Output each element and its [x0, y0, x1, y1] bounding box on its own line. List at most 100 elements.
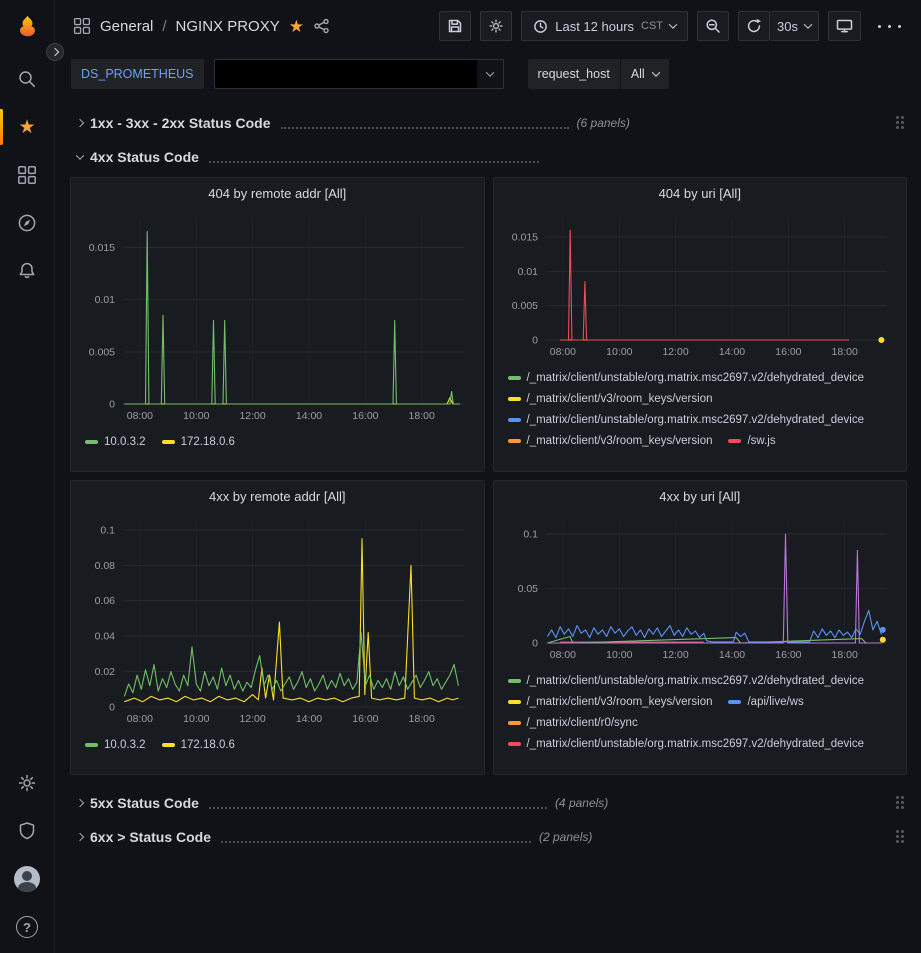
time-series-chart[interactable]: 00.020.040.060.080.108:0010:0012:0014:00…	[79, 511, 476, 729]
svg-text:12:00: 12:00	[662, 649, 688, 661]
legend-color-swatch	[162, 743, 175, 747]
row-6xx[interactable]: 6xx > Status Code (2 panels)	[70, 823, 907, 851]
panel-title[interactable]: 4xx by remote addr [All]	[79, 481, 476, 511]
dashboard-settings-button[interactable]	[480, 11, 512, 41]
zoom-out-button[interactable]	[697, 11, 729, 41]
variable-label-request-host[interactable]: request_host	[528, 59, 620, 89]
legend-item[interactable]: /_matrix/client/unstable/org.matrix.msc2…	[508, 372, 865, 384]
legend-color-swatch	[85, 743, 98, 747]
request-host-variable-select[interactable]: All	[621, 59, 669, 89]
sidebar-item-starred[interactable]: ★	[0, 103, 54, 151]
row-1xx-3xx-2xx[interactable]: 1xx - 3xx - 2xx Status Code (6 panels)	[70, 109, 907, 137]
panel-title[interactable]: 404 by uri [All]	[502, 178, 899, 208]
svg-text:10:00: 10:00	[183, 713, 209, 725]
legend-label: /_matrix/client/v3/room_keys/version	[527, 393, 713, 405]
row-collapse-icon	[76, 799, 84, 807]
panel-4xx-by-remote-addr-all-: 4xx by remote addr [All]00.020.040.060.0…	[70, 480, 485, 775]
legend-label: 10.0.3.2	[104, 436, 146, 448]
variable-label-ds-prometheus[interactable]: DS_PROMETHEUS	[71, 59, 204, 89]
svg-text:0.1: 0.1	[523, 529, 538, 541]
row-title[interactable]: 4xx Status Code	[90, 149, 199, 165]
legend-item[interactable]: /_matrix/client/unstable/org.matrix.msc2…	[508, 675, 865, 687]
legend-item[interactable]: /_matrix/client/r0/sync	[508, 717, 638, 729]
svg-text:0.01: 0.01	[517, 266, 538, 278]
panel-4xx-by-uri-all-: 4xx by uri [All]00.050.108:0010:0012:001…	[493, 480, 908, 775]
legend-color-swatch	[85, 440, 98, 444]
sidebar-item-explore[interactable]	[0, 199, 54, 247]
sidebar-item-settings[interactable]	[0, 759, 54, 807]
row-dotted-leader	[281, 118, 569, 129]
sidebar-item-profile[interactable]	[0, 855, 54, 903]
share-icon[interactable]	[313, 18, 330, 34]
row-5xx[interactable]: 5xx Status Code (4 panels)	[70, 789, 907, 817]
svg-text:10:00: 10:00	[606, 346, 632, 358]
row-dotted-leader	[221, 832, 531, 843]
refresh-icon	[746, 18, 762, 34]
legend-label: /api/live/ws	[747, 696, 803, 708]
legend-color-swatch	[508, 397, 521, 401]
svg-text:16:00: 16:00	[352, 410, 378, 422]
help-icon: ?	[16, 916, 38, 938]
svg-text:16:00: 16:00	[775, 346, 801, 358]
save-icon	[447, 18, 463, 34]
row-title[interactable]: 5xx Status Code	[90, 795, 199, 811]
dashboards-grid-icon	[73, 17, 91, 35]
row-expand-icon	[76, 151, 84, 159]
time-series-chart[interactable]: 00.050.108:0010:0012:0014:0016:0018:00	[502, 511, 899, 665]
grafana-flame-icon	[14, 14, 41, 41]
svg-text:0.015: 0.015	[511, 232, 537, 244]
svg-text:18:00: 18:00	[831, 346, 857, 358]
more-options-button[interactable]	[870, 11, 909, 41]
legend-item[interactable]: /_matrix/client/v3/room_keys/version	[508, 435, 713, 447]
row-dotted-leader	[209, 798, 547, 809]
sidebar-item-server-admin[interactable]	[0, 807, 54, 855]
panel-title[interactable]: 4xx by uri [All]	[502, 481, 899, 511]
sidebar-item-search[interactable]	[0, 55, 54, 103]
legend-item[interactable]: /_matrix/client/v3/room_keys/version	[508, 393, 713, 405]
legend-item[interactable]: 10.0.3.2	[85, 436, 146, 448]
panel-grid: 404 by remote addr [All]00.0050.010.0150…	[70, 177, 907, 775]
row-dotted-leader	[209, 152, 539, 163]
legend-item[interactable]: /_matrix/client/v3/room_keys/version	[508, 696, 713, 708]
grafana-logo[interactable]	[0, 0, 54, 55]
time-series-chart[interactable]: 00.0050.010.01508:0010:0012:0014:0016:00…	[502, 208, 899, 362]
refresh-interval-picker[interactable]: 30s	[770, 11, 819, 41]
shield-icon	[17, 821, 37, 841]
legend-item[interactable]: /_matrix/client/unstable/org.matrix.msc2…	[508, 414, 865, 426]
legend-item[interactable]: /_matrix/client/unstable/org.matrix.msc2…	[508, 738, 865, 750]
refresh-button[interactable]	[738, 11, 770, 41]
svg-text:18:00: 18:00	[831, 649, 857, 661]
datasource-variable-select[interactable]	[214, 59, 504, 89]
row-panel-count: (4 panels)	[555, 796, 608, 810]
legend-item[interactable]: 172.18.0.6	[162, 739, 235, 751]
row-drag-handle[interactable]	[894, 794, 907, 812]
favorite-star-icon[interactable]: ★	[289, 18, 304, 35]
time-series-chart[interactable]: 00.0050.010.01508:0010:0012:0014:0016:00…	[79, 208, 476, 426]
sidebar-item-dashboards[interactable]	[0, 151, 54, 199]
row-title[interactable]: 1xx - 3xx - 2xx Status Code	[90, 115, 271, 131]
time-range-picker[interactable]: Last 12 hours CST	[521, 11, 688, 41]
row-drag-handle[interactable]	[894, 828, 907, 846]
legend-item[interactable]: 172.18.0.6	[162, 436, 235, 448]
row-title[interactable]: 6xx > Status Code	[90, 829, 211, 845]
row-4xx[interactable]: 4xx Status Code	[70, 143, 907, 171]
legend-item[interactable]: /api/live/ws	[728, 696, 803, 708]
row-drag-handle[interactable]	[894, 114, 907, 132]
breadcrumb-title[interactable]: NGINX PROXY	[176, 18, 280, 35]
save-dashboard-button[interactable]	[439, 11, 471, 41]
legend-label: 172.18.0.6	[181, 739, 235, 751]
refresh-group: 30s	[738, 11, 819, 41]
tv-mode-button[interactable]	[828, 11, 861, 41]
sidebar-item-alerting[interactable]	[0, 247, 54, 295]
sidebar-expand-button[interactable]	[46, 43, 64, 61]
svg-text:16:00: 16:00	[775, 649, 801, 661]
breadcrumb-section[interactable]: General	[100, 18, 153, 35]
time-range-label: Last 12 hours	[555, 19, 634, 34]
svg-text:10:00: 10:00	[606, 649, 632, 661]
svg-text:0.01: 0.01	[95, 294, 116, 306]
legend-item[interactable]: /sw.js	[728, 435, 775, 447]
panel-title[interactable]: 404 by remote addr [All]	[79, 178, 476, 208]
request-host-variable: request_host All	[528, 59, 669, 89]
legend-item[interactable]: 10.0.3.2	[85, 739, 146, 751]
sidebar-item-help[interactable]: ?	[0, 903, 54, 951]
